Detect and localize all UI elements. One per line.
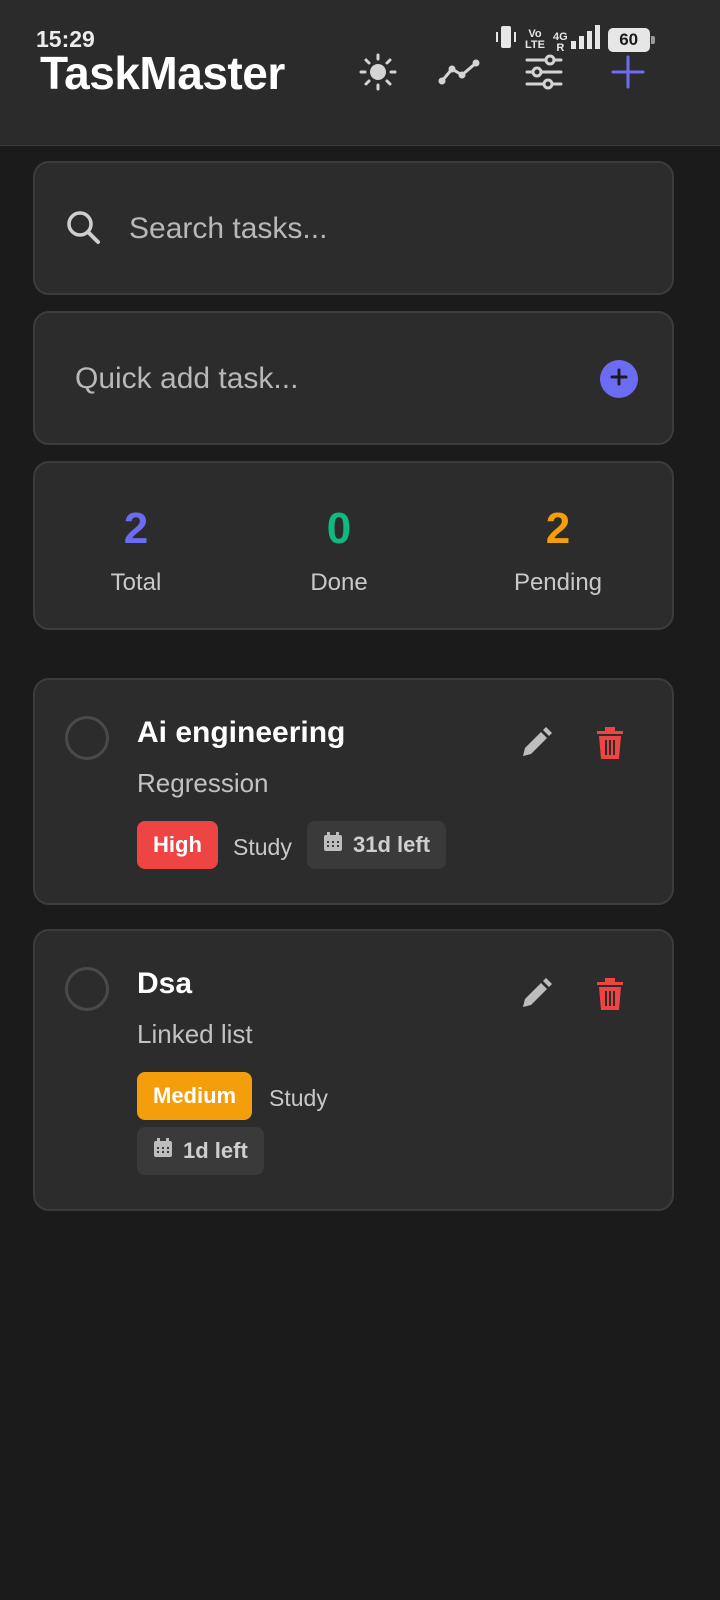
vibrate-icon bbox=[495, 24, 517, 55]
priority-badge: Medium bbox=[137, 1072, 253, 1120]
pencil-icon bbox=[519, 977, 553, 1016]
sliders-icon bbox=[524, 54, 564, 95]
stat-total-label: Total bbox=[110, 569, 162, 596]
add-task-button[interactable] bbox=[606, 52, 650, 96]
pencil-icon bbox=[519, 726, 553, 765]
task-complete-checkbox[interactable] bbox=[65, 967, 109, 1011]
task-description: Linked list bbox=[137, 1019, 253, 1049]
stat-pending-label: Pending bbox=[513, 569, 603, 596]
due-date-chip: 1d left bbox=[137, 1127, 264, 1175]
quick-add-input[interactable] bbox=[73, 353, 577, 405]
task-title: Dsa bbox=[137, 967, 193, 1000]
filter-button[interactable] bbox=[522, 52, 566, 96]
delete-task-button[interactable] bbox=[591, 977, 629, 1015]
stat-total: 2 Total bbox=[56, 503, 216, 597]
quick-add-button[interactable] bbox=[600, 360, 638, 398]
analytics-button[interactable] bbox=[438, 52, 482, 96]
signal-group: 4G R bbox=[553, 25, 600, 54]
priority-badge: High bbox=[137, 821, 218, 869]
trash-icon bbox=[596, 726, 624, 765]
trash-icon bbox=[596, 977, 624, 1016]
search-card bbox=[33, 161, 674, 295]
due-text: 31d left bbox=[353, 832, 431, 857]
task-card[interactable]: Ai engineering Regression High Study 31d… bbox=[33, 678, 674, 905]
stat-pending-value: 2 bbox=[545, 504, 571, 553]
delete-task-button[interactable] bbox=[591, 726, 629, 764]
task-title: Ai engineering bbox=[137, 716, 346, 749]
edit-task-button[interactable] bbox=[517, 977, 555, 1015]
due-date-chip: 31d left bbox=[307, 821, 447, 869]
edit-task-button[interactable] bbox=[517, 726, 555, 764]
status-icons: Vo LTE 4G R 60 bbox=[495, 24, 655, 55]
task-category: Study bbox=[233, 834, 292, 860]
stat-pending: 2 Pending bbox=[478, 503, 638, 597]
quick-add-card bbox=[33, 311, 674, 445]
trend-chart-icon bbox=[438, 57, 482, 92]
app-bar: 15:29 Vo LTE 4G R 60 TaskMaster bbox=[0, 0, 720, 146]
plus-icon bbox=[609, 367, 629, 392]
stat-total-value: 2 bbox=[123, 504, 149, 553]
stats-card: 2 Total 0 Done 2 Pending bbox=[33, 461, 674, 630]
plus-icon bbox=[610, 54, 646, 95]
stat-done-value: 0 bbox=[326, 504, 352, 553]
battery-icon: 60 bbox=[607, 27, 655, 52]
battery-level: 60 bbox=[619, 29, 639, 49]
volte-indicator: Vo LTE bbox=[525, 27, 545, 51]
due-text: 1d left bbox=[183, 1138, 248, 1163]
task-complete-checkbox[interactable] bbox=[65, 716, 109, 760]
app-title: TaskMaster bbox=[40, 47, 285, 99]
theme-toggle-button[interactable] bbox=[356, 52, 400, 96]
calendar-icon bbox=[153, 1138, 173, 1164]
stat-done-label: Done bbox=[310, 569, 368, 596]
calendar-icon bbox=[323, 832, 343, 858]
task-description: Regression bbox=[137, 768, 269, 798]
stat-done: 0 Done bbox=[259, 503, 419, 597]
search-input[interactable] bbox=[127, 203, 651, 255]
task-card[interactable]: Dsa Linked list Medium Study 1d left bbox=[33, 929, 674, 1211]
search-icon bbox=[65, 209, 101, 250]
task-category: Study bbox=[269, 1085, 328, 1111]
sun-icon bbox=[358, 52, 398, 97]
signal-bars-icon bbox=[570, 25, 600, 54]
